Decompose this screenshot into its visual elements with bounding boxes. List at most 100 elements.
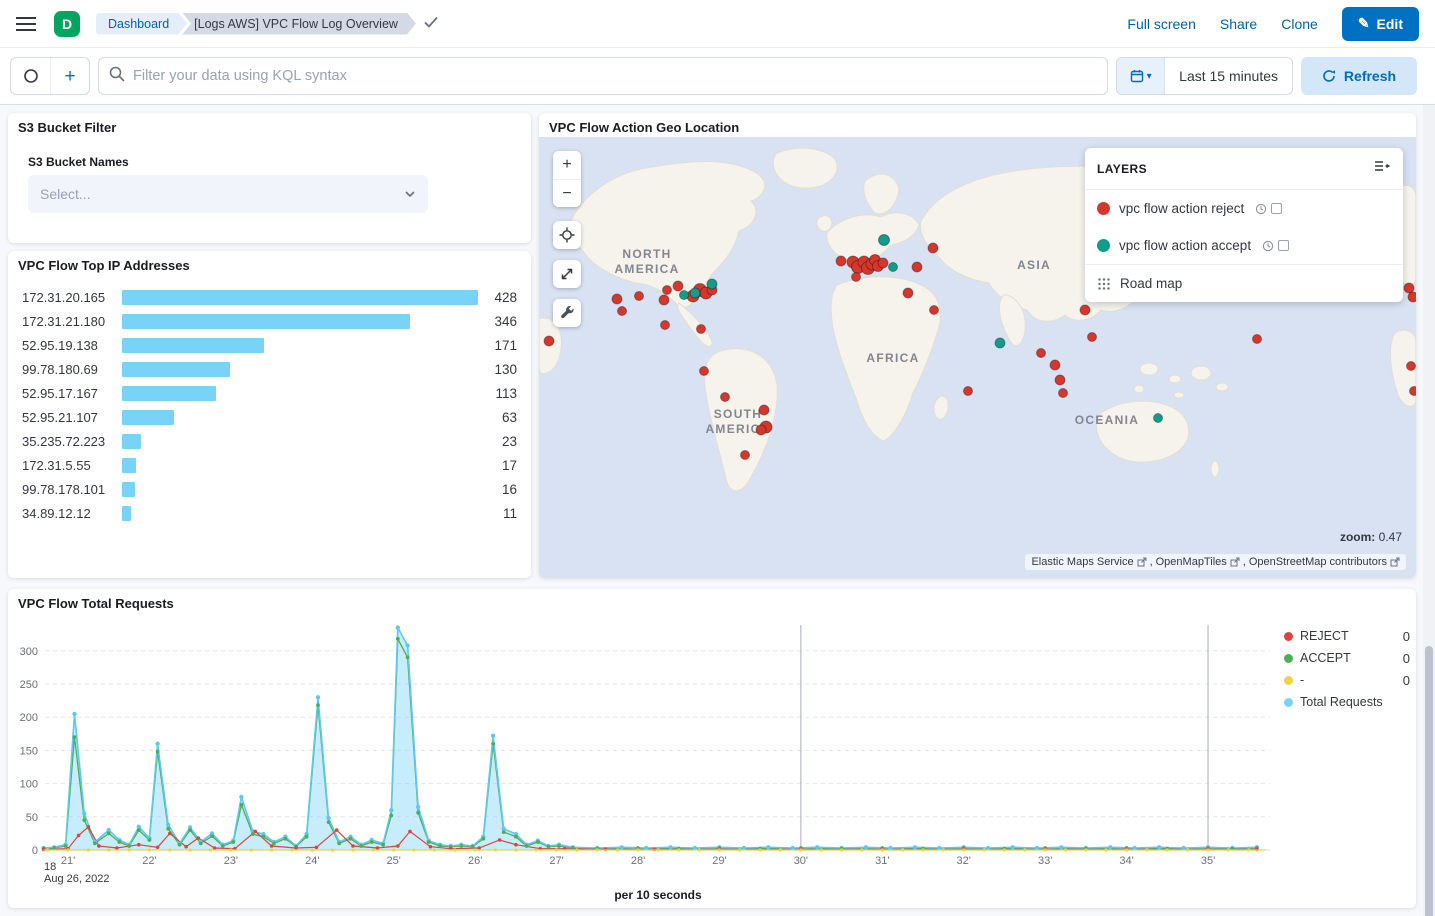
map-attribution: Elastic Maps Service, OpenMapTiles, Open… xyxy=(1025,554,1406,570)
geo-dot[interactable] xyxy=(1080,305,1090,315)
refresh-button[interactable]: Refresh xyxy=(1301,57,1417,95)
layer-row-accept[interactable]: vpc flow action accept xyxy=(1085,227,1403,265)
space-avatar[interactable]: D xyxy=(54,11,80,37)
geo-dot[interactable] xyxy=(1410,387,1417,396)
filter-controls-icon[interactable] xyxy=(11,58,50,94)
geo-dot[interactable] xyxy=(544,336,554,346)
geo-dot[interactable] xyxy=(836,256,846,266)
y-tick-label: 100 xyxy=(20,779,38,791)
geo-dot[interactable] xyxy=(756,425,766,435)
ip-bar-chart: 172.31.20.165428172.31.21.18034652.95.19… xyxy=(14,285,525,525)
ip-value: 113 xyxy=(482,386,525,401)
attribution-link[interactable]: OpenStreetMap contributors xyxy=(1249,556,1387,568)
geo-dot[interactable] xyxy=(903,288,913,298)
geo-dot[interactable] xyxy=(1088,333,1097,342)
share-button[interactable]: Share xyxy=(1220,16,1257,32)
edit-button[interactable]: ✎ Edit xyxy=(1342,7,1419,41)
geo-dot[interactable] xyxy=(930,306,939,315)
geo-dot[interactable] xyxy=(879,235,890,246)
ip-bar[interactable] xyxy=(122,314,410,329)
calendar-button[interactable]: ▾ xyxy=(1117,58,1165,94)
attribution-link[interactable]: Elastic Maps Service xyxy=(1031,556,1133,568)
geo-dot[interactable] xyxy=(612,294,622,304)
geo-dot[interactable] xyxy=(928,243,938,253)
x-tick-label: 29' xyxy=(712,855,726,867)
geo-dot[interactable] xyxy=(1407,362,1416,371)
ip-label: 52.95.19.138 xyxy=(14,338,122,353)
add-control-button[interactable]: + xyxy=(50,58,89,94)
ip-value: 23 xyxy=(482,434,525,449)
geo-dot[interactable] xyxy=(1037,349,1046,358)
layer-row-reject[interactable]: vpc flow action reject xyxy=(1085,190,1403,227)
clone-button[interactable]: Clone xyxy=(1281,16,1318,32)
geo-dot[interactable] xyxy=(1253,335,1262,344)
ip-bar[interactable] xyxy=(122,458,136,473)
attribution-link[interactable]: OpenMapTiles xyxy=(1156,556,1227,568)
x-tick-label: 33' xyxy=(1038,855,1052,867)
legend-label: Total Requests xyxy=(1300,695,1403,709)
geo-dot[interactable] xyxy=(889,263,898,272)
fit-to-data-button[interactable] xyxy=(553,260,581,288)
layer-checkbox[interactable] xyxy=(1278,240,1289,251)
x-tick-label: 32' xyxy=(957,855,971,867)
time-range-display[interactable]: Last 15 minutes xyxy=(1165,58,1292,94)
ip-bar[interactable] xyxy=(122,482,135,497)
geo-dot[interactable] xyxy=(635,292,644,301)
map-tools-button[interactable] xyxy=(553,299,581,327)
s3-bucket-select[interactable]: Select... xyxy=(28,175,428,213)
geo-dot[interactable] xyxy=(661,321,670,330)
total-requests-chart: 05010015020025030021'22'23'24'25'26'27'2… xyxy=(8,589,1416,908)
geo-dot[interactable] xyxy=(1055,375,1065,385)
legend-value: 0 xyxy=(1403,651,1410,666)
collapse-layers-icon[interactable] xyxy=(1373,158,1391,179)
geo-dot[interactable] xyxy=(721,393,730,402)
geo-dot[interactable] xyxy=(690,288,700,298)
ip-row: 172.31.21.180346 xyxy=(14,309,525,333)
ip-bar[interactable] xyxy=(122,362,230,377)
geo-dot[interactable] xyxy=(700,367,709,376)
legend-label: - xyxy=(1300,673,1396,687)
layer-row-roadmap[interactable]: Road map xyxy=(1085,265,1403,302)
geo-dot[interactable] xyxy=(741,451,750,460)
geo-dot[interactable] xyxy=(618,307,627,316)
kql-search-input[interactable] xyxy=(133,68,1097,84)
zoom-out-button[interactable]: − xyxy=(553,179,581,207)
geo-dot[interactable] xyxy=(1154,414,1163,423)
ip-bar[interactable] xyxy=(122,506,131,521)
geo-dot[interactable] xyxy=(1050,360,1060,370)
geo-dot[interactable] xyxy=(964,387,973,396)
geo-dot[interactable] xyxy=(697,325,706,334)
x-tick-label: 30' xyxy=(794,855,808,867)
geo-dot[interactable] xyxy=(852,273,861,282)
geo-dot[interactable] xyxy=(673,281,683,291)
geo-dot[interactable] xyxy=(680,291,689,300)
geo-dot[interactable] xyxy=(659,295,669,305)
ip-bar[interactable] xyxy=(122,386,216,401)
ip-bar[interactable] xyxy=(122,434,141,449)
geo-dot[interactable] xyxy=(912,262,922,272)
geo-dot[interactable] xyxy=(1059,389,1068,398)
geo-dot[interactable] xyxy=(878,258,888,268)
ip-bar[interactable] xyxy=(122,410,174,425)
geo-dot[interactable] xyxy=(995,338,1005,348)
geo-dot[interactable] xyxy=(759,405,769,415)
legend-item[interactable]: ACCEPT0 xyxy=(1284,647,1410,669)
zoom-in-button[interactable]: + xyxy=(553,151,581,179)
geo-dot[interactable] xyxy=(663,286,672,295)
ip-bar[interactable] xyxy=(122,290,478,305)
legend-item[interactable]: -0 xyxy=(1284,669,1410,691)
breadcrumb-dashboard[interactable]: Dashboard xyxy=(96,13,187,35)
legend-item[interactable]: Total Requests xyxy=(1284,691,1410,713)
legend-item[interactable]: REJECT0 xyxy=(1284,625,1410,647)
geo-dot[interactable] xyxy=(707,279,717,289)
geo-dot[interactable] xyxy=(1408,292,1416,302)
scrollbar-track[interactable] xyxy=(1423,48,1435,916)
hamburger-menu-icon[interactable] xyxy=(16,16,36,32)
full-screen-button[interactable]: Full screen xyxy=(1127,16,1195,32)
geo-dot[interactable] xyxy=(1404,283,1414,293)
ip-bar[interactable] xyxy=(122,338,264,353)
layer-checkbox[interactable] xyxy=(1271,203,1282,214)
world-map[interactable]: NORTH AMERICA SOUTH AMERICA AFRICA ASIA … xyxy=(539,137,1416,578)
set-view-button[interactable] xyxy=(553,221,581,249)
scrollbar-thumb[interactable] xyxy=(1425,646,1433,916)
